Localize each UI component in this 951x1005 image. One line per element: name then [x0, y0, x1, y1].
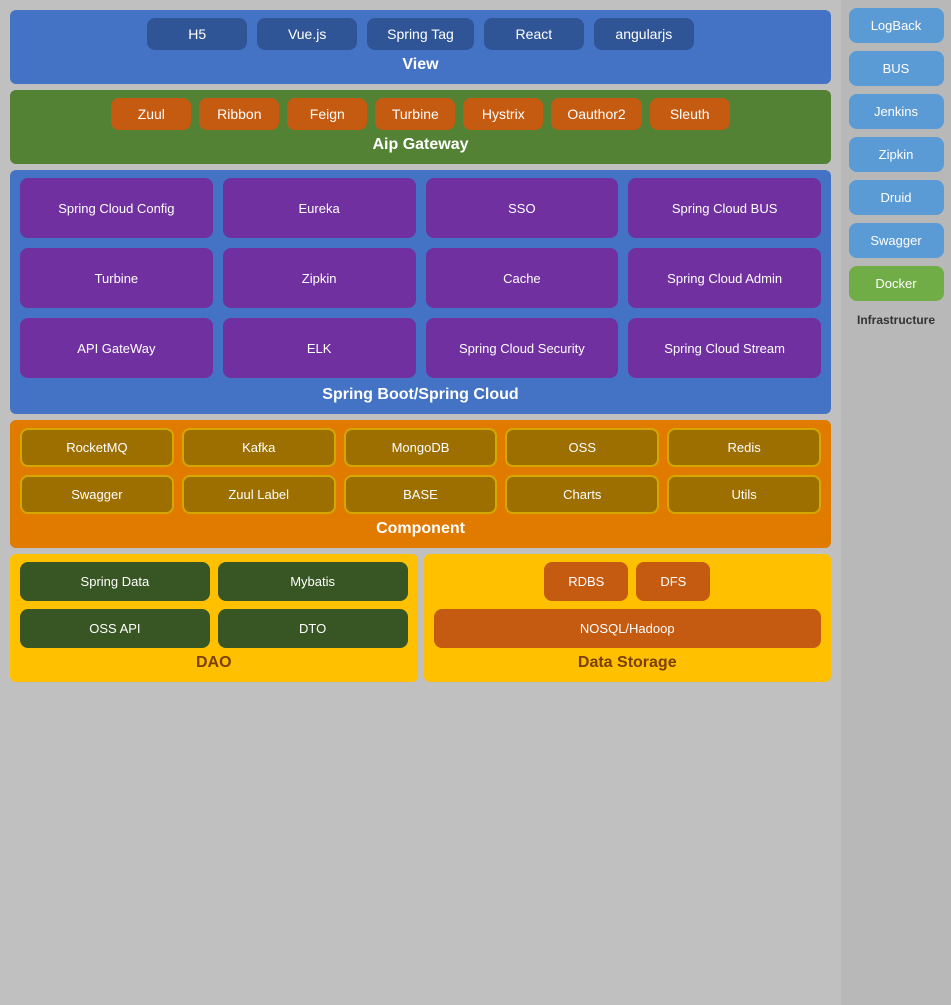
- gateway-sleuth: Sleuth: [650, 98, 730, 130]
- gateway-zuul: Zuul: [111, 98, 191, 130]
- spring-cache: Cache: [426, 248, 619, 308]
- spring-zipkin: Zipkin: [223, 248, 416, 308]
- sidebar-jenkins[interactable]: Jenkins: [849, 94, 944, 129]
- view-item-vuejs: Vue.js: [257, 18, 357, 50]
- view-item-springtag: Spring Tag: [367, 18, 474, 50]
- component-swagger: Swagger: [20, 475, 174, 514]
- component-zuul-label: Zuul Label: [182, 475, 336, 514]
- spring-elk: ELK: [223, 318, 416, 378]
- bottom-section: Spring Data Mybatis OSS API DTO DAO RDBS…: [10, 554, 831, 682]
- spring-turbine: Turbine: [20, 248, 213, 308]
- component-mongodb: MongoDB: [344, 428, 498, 467]
- component-label: Component: [20, 520, 821, 538]
- datastorage-top: RDBS DFS: [434, 562, 822, 601]
- component-grid-row1: RocketMQ Kafka MongoDB OSS Redis Swagger…: [20, 428, 821, 514]
- springboot-section: Spring Cloud Config Eureka SSO Spring Cl…: [10, 170, 831, 414]
- spring-cloud-stream: Spring Cloud Stream: [628, 318, 821, 378]
- spring-cloud-admin: Spring Cloud Admin: [628, 248, 821, 308]
- view-section: H5 Vue.js Spring Tag React angularjs Vie…: [10, 10, 831, 84]
- gateway-label: Aip Gateway: [20, 136, 821, 154]
- dao-oss-api: OSS API: [20, 609, 210, 648]
- datastorage-section: RDBS DFS NOSQL/Hadoop Data Storage: [424, 554, 832, 682]
- spring-cloud-config: Spring Cloud Config: [20, 178, 213, 238]
- component-utils: Utils: [667, 475, 821, 514]
- springboot-grid: Spring Cloud Config Eureka SSO Spring Cl…: [20, 178, 821, 378]
- component-kafka: Kafka: [182, 428, 336, 467]
- sidebar-docker[interactable]: Docker: [849, 266, 944, 301]
- view-item-angularjs: angularjs: [594, 18, 694, 50]
- gateway-feign: Feign: [287, 98, 367, 130]
- main-content: H5 Vue.js Spring Tag React angularjs Vie…: [0, 0, 841, 1005]
- gateway-section: Zuul Ribbon Feign Turbine Hystrix Oautho…: [10, 90, 831, 164]
- sidebar-druid[interactable]: Druid: [849, 180, 944, 215]
- spring-eureka: Eureka: [223, 178, 416, 238]
- spring-cloud-bus: Spring Cloud BUS: [628, 178, 821, 238]
- datastorage-label: Data Storage: [434, 654, 822, 672]
- sidebar-bus[interactable]: BUS: [849, 51, 944, 86]
- sidebar-swagger[interactable]: Swagger: [849, 223, 944, 258]
- gateway-hystrix: Hystrix: [463, 98, 543, 130]
- dao-grid: Spring Data Mybatis OSS API DTO: [20, 562, 408, 648]
- gateway-oauthor2: Oauthor2: [551, 98, 641, 130]
- datastorage-nosql: NOSQL/Hadoop: [434, 609, 822, 648]
- datastorage-dfs: DFS: [636, 562, 710, 601]
- sidebar: LogBack BUS Jenkins Zipkin Druid Swagger…: [841, 0, 951, 1005]
- dao-spring-data: Spring Data: [20, 562, 210, 601]
- springboot-label: Spring Boot/Spring Cloud: [20, 386, 821, 404]
- spring-api-gateway: API GateWay: [20, 318, 213, 378]
- dao-section: Spring Data Mybatis OSS API DTO DAO: [10, 554, 418, 682]
- component-oss: OSS: [505, 428, 659, 467]
- view-items: H5 Vue.js Spring Tag React angularjs: [20, 18, 821, 50]
- sidebar-zipkin[interactable]: Zipkin: [849, 137, 944, 172]
- view-label: View: [20, 56, 821, 74]
- component-redis: Redis: [667, 428, 821, 467]
- dao-dto: DTO: [218, 609, 408, 648]
- dao-mybatis: Mybatis: [218, 562, 408, 601]
- component-rocketmq: RocketMQ: [20, 428, 174, 467]
- spring-cloud-security: Spring Cloud Security: [426, 318, 619, 378]
- view-item-react: React: [484, 18, 584, 50]
- sidebar-infrastructure-label: Infrastructure: [857, 313, 935, 327]
- sidebar-logback[interactable]: LogBack: [849, 8, 944, 43]
- datastorage-rdbs: RDBS: [544, 562, 628, 601]
- spring-sso: SSO: [426, 178, 619, 238]
- view-item-h5: H5: [147, 18, 247, 50]
- component-base: BASE: [344, 475, 498, 514]
- gateway-items: Zuul Ribbon Feign Turbine Hystrix Oautho…: [20, 98, 821, 130]
- gateway-turbine: Turbine: [375, 98, 455, 130]
- gateway-ribbon: Ribbon: [199, 98, 279, 130]
- component-charts: Charts: [505, 475, 659, 514]
- component-section: RocketMQ Kafka MongoDB OSS Redis Swagger…: [10, 420, 831, 548]
- dao-label: DAO: [20, 654, 408, 672]
